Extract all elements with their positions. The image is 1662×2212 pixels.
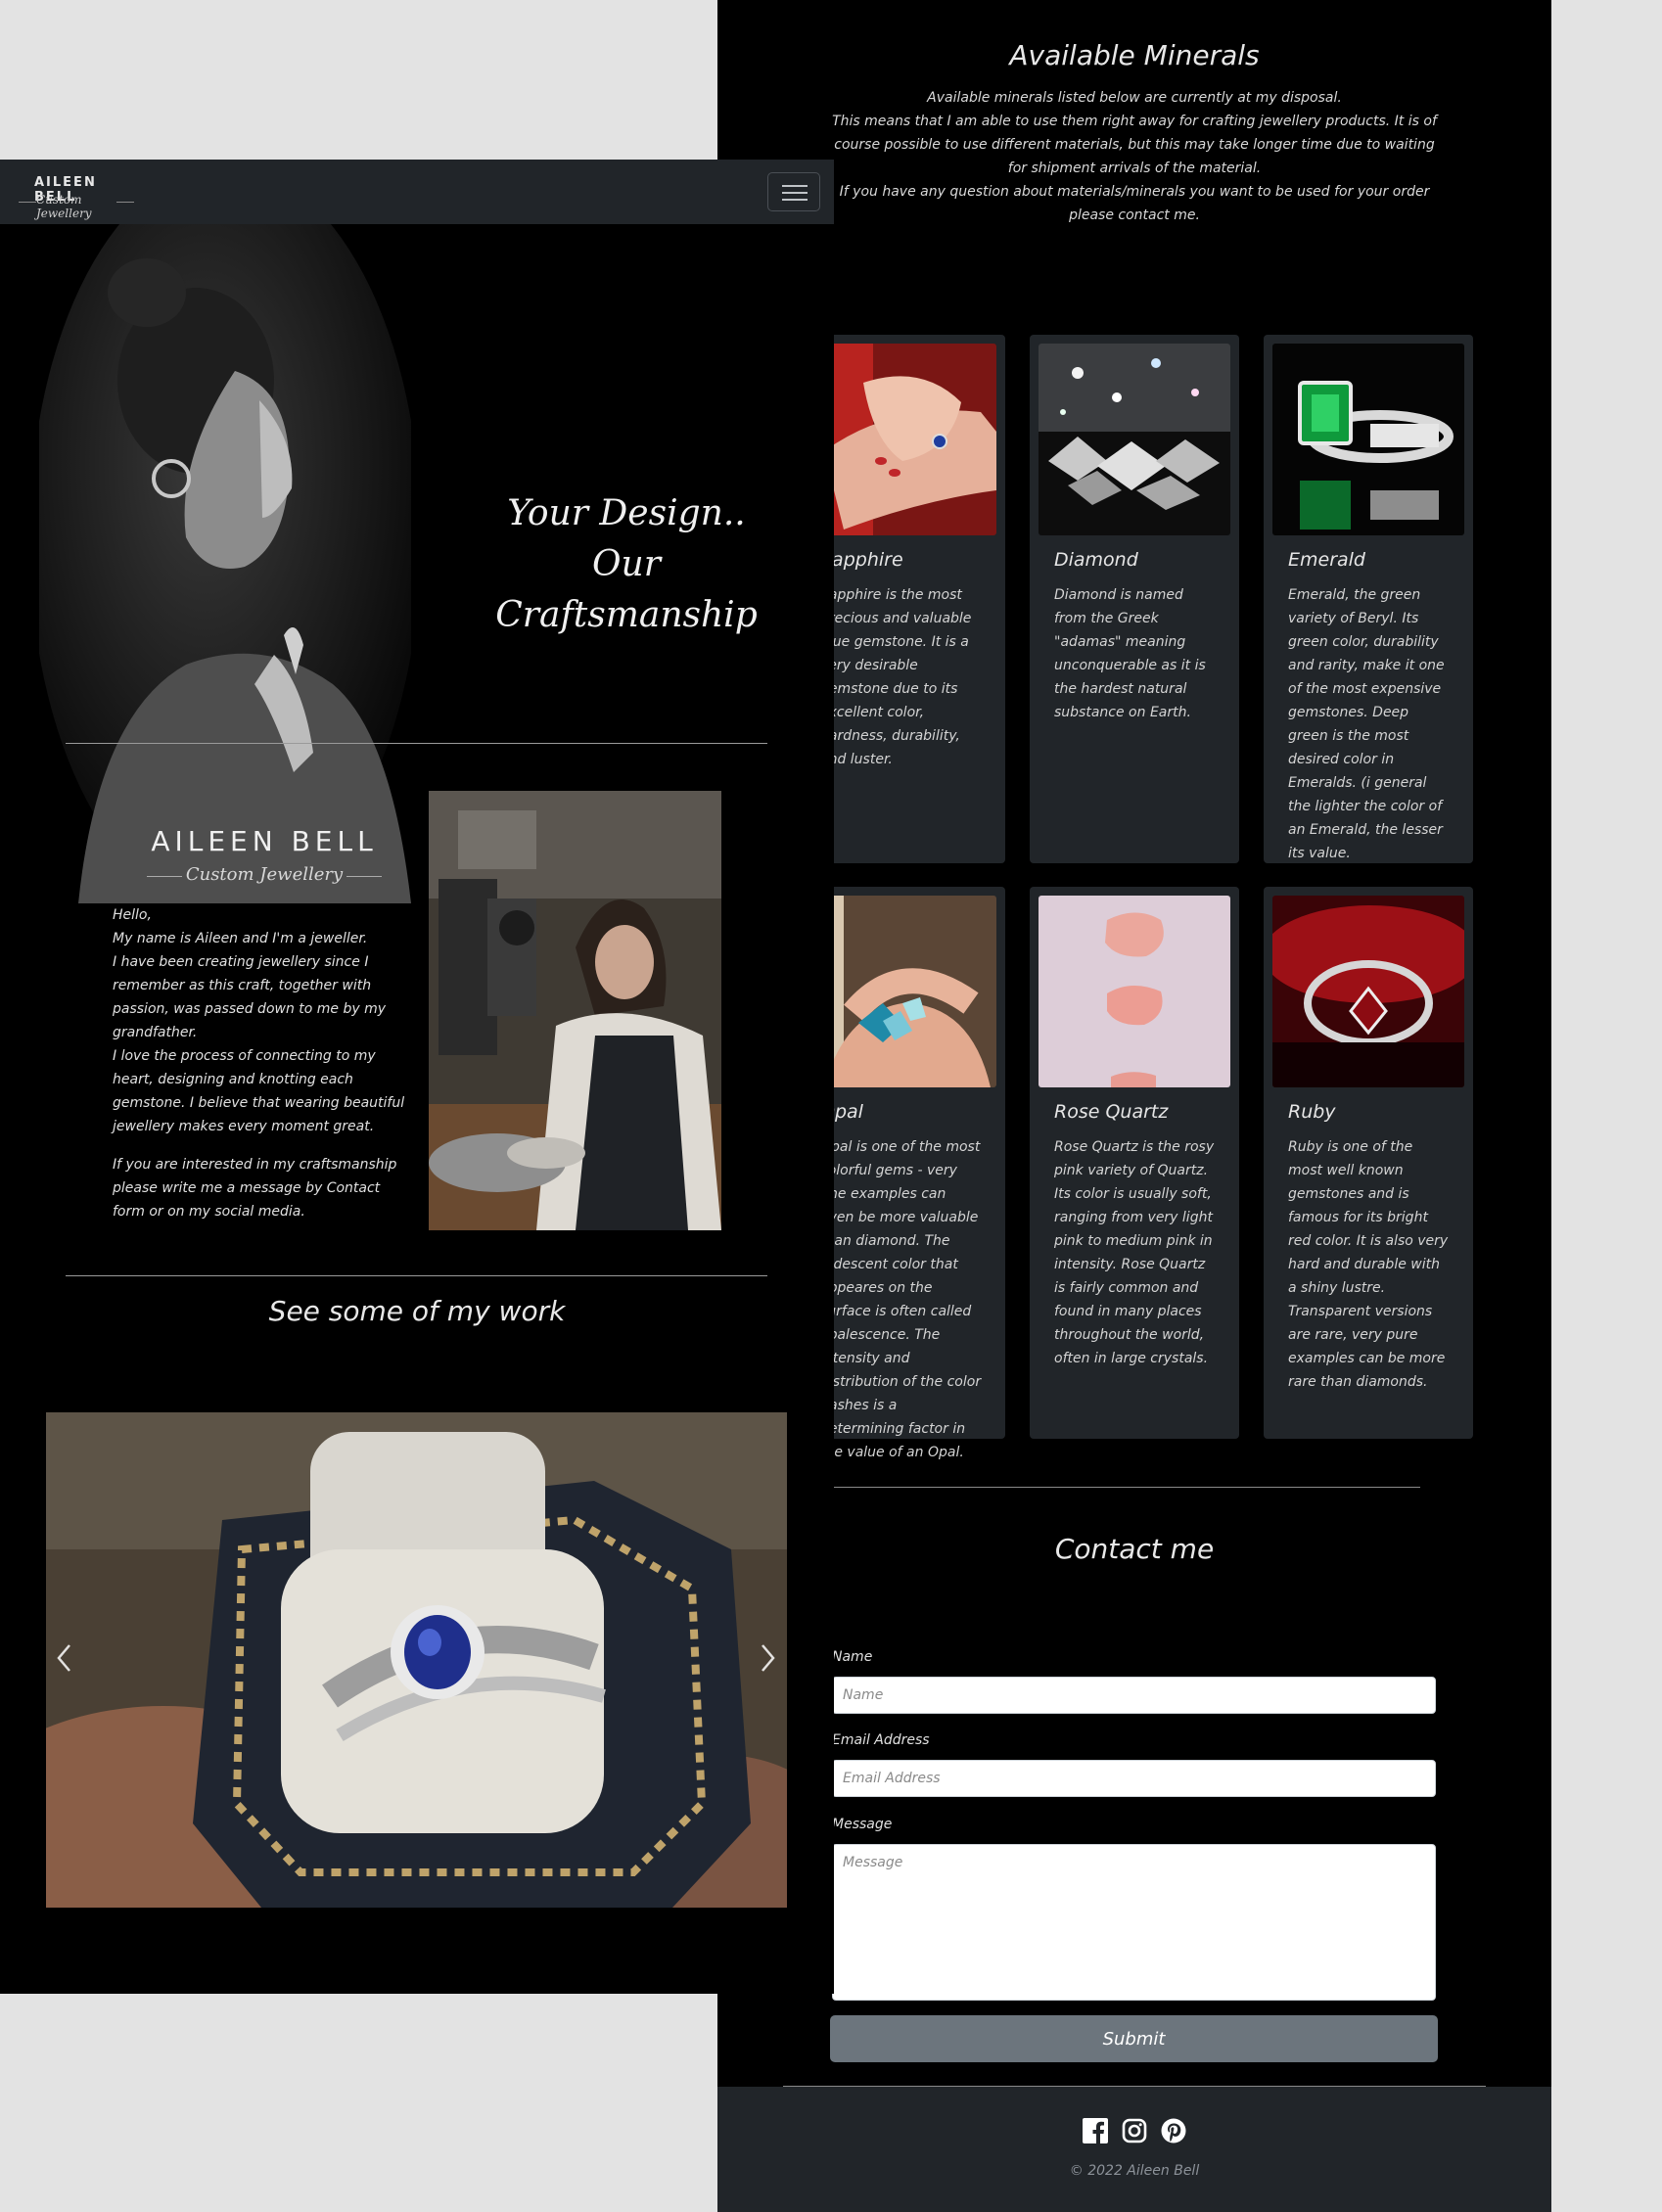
message-label: Message <box>832 1817 893 1832</box>
about-logo: AILEEN BELL Custom Jewellery <box>137 817 392 915</box>
ruby-image <box>1272 896 1464 1087</box>
submit-button[interactable]: Submit <box>830 2015 1438 2062</box>
mineral-card-text: Sapphire is the most precious and valuab… <box>820 587 972 767</box>
about-paragraph: Hello, My name is Aileen and I'm a jewel… <box>113 907 405 1134</box>
menu-toggle-button[interactable] <box>767 172 820 211</box>
name-label: Name <box>832 1649 873 1665</box>
hamburger-icon <box>782 185 808 187</box>
hero-tagline-line: Craftsmanship <box>495 595 758 635</box>
section-divider <box>66 743 767 744</box>
hero-tagline: Your Design.. Our Craftsmanship <box>470 488 783 641</box>
work-carousel <box>46 1412 787 1908</box>
section-divider <box>66 1275 767 1276</box>
brand-tagline: Custom Jewellery <box>36 193 92 220</box>
mineral-card-text: Rose Quartz is the rosy pink variety of … <box>1054 1139 1215 1366</box>
work-title: See some of my work <box>268 1295 566 1327</box>
carousel-slide-image <box>46 1412 787 1908</box>
mineral-cards: Sapphire Sapphire is the most precious a… <box>717 0 1551 1468</box>
mineral-card-diamond: Diamond Diamond is named from the Greek … <box>1030 335 1239 863</box>
email-field[interactable] <box>832 1760 1436 1797</box>
rose-quartz-image <box>1039 896 1230 1087</box>
jeweller-at-work-image <box>429 791 721 1230</box>
instagram-icon[interactable] <box>1122 2118 1147 2143</box>
navbar: AILEEN BELL Custom Jewellery <box>0 160 834 224</box>
emerald-image <box>1272 344 1464 535</box>
mineral-card-text: Diamond is named from the Greek "adamas"… <box>1054 587 1206 720</box>
about-text: Hello, My name is Aileen and I'm a jewel… <box>113 903 406 1238</box>
mineral-card-title: Emerald <box>1288 549 1365 571</box>
mineral-card-text: Emerald, the green variety of Beryl. Its… <box>1288 587 1445 861</box>
minerals-panel: Available Minerals Available minerals li… <box>717 0 1551 2212</box>
mineral-card-title: Diamond <box>1054 549 1138 571</box>
copyright-text: © 2022 Aileen Bell <box>1069 2163 1200 2179</box>
main-page-panel: AILEEN BELL Custom Jewellery Your Design… <box>0 160 834 1994</box>
mineral-card-emerald: Emerald Emerald, the green variety of Be… <box>1264 335 1473 863</box>
hero-portrait-image <box>39 224 411 903</box>
brand-logo[interactable]: AILEEN BELL Custom Jewellery <box>19 171 136 220</box>
pinterest-icon[interactable] <box>1161 2118 1186 2143</box>
email-label: Email Address <box>832 1732 930 1748</box>
mineral-card-title: Rose Quartz <box>1054 1101 1169 1123</box>
contact-title: Contact me <box>1054 1533 1215 1565</box>
mineral-card-text: Ruby is one of the most well known gemst… <box>1288 1139 1449 1390</box>
about-logo-tagline: Custom Jewellery <box>185 864 344 885</box>
mineral-card-title: Ruby <box>1288 1101 1336 1123</box>
about-paragraph: If you are interested in my craftsmanshi… <box>113 1157 397 1220</box>
footer: © 2022 Aileen Bell <box>717 2087 1551 2212</box>
diamond-image <box>1039 344 1230 535</box>
name-field[interactable] <box>832 1677 1436 1714</box>
about-logo-name: AILEEN BELL <box>151 825 378 857</box>
carousel-prev-icon[interactable] <box>50 1634 79 1682</box>
facebook-icon[interactable] <box>1083 2118 1108 2143</box>
mineral-card-text: Opal is one of the most colorful gems - … <box>820 1139 982 1460</box>
mineral-card-rose-quartz: Rose Quartz Rose Quartz is the rosy pink… <box>1030 887 1239 1439</box>
message-field[interactable] <box>832 1844 1436 2001</box>
carousel-next-icon[interactable] <box>753 1634 782 1682</box>
mineral-card-ruby: Ruby Ruby is one of the most well known … <box>1264 887 1473 1439</box>
section-divider <box>833 1487 1420 1488</box>
hero-tagline-line: Your Design.. Our <box>507 493 746 584</box>
